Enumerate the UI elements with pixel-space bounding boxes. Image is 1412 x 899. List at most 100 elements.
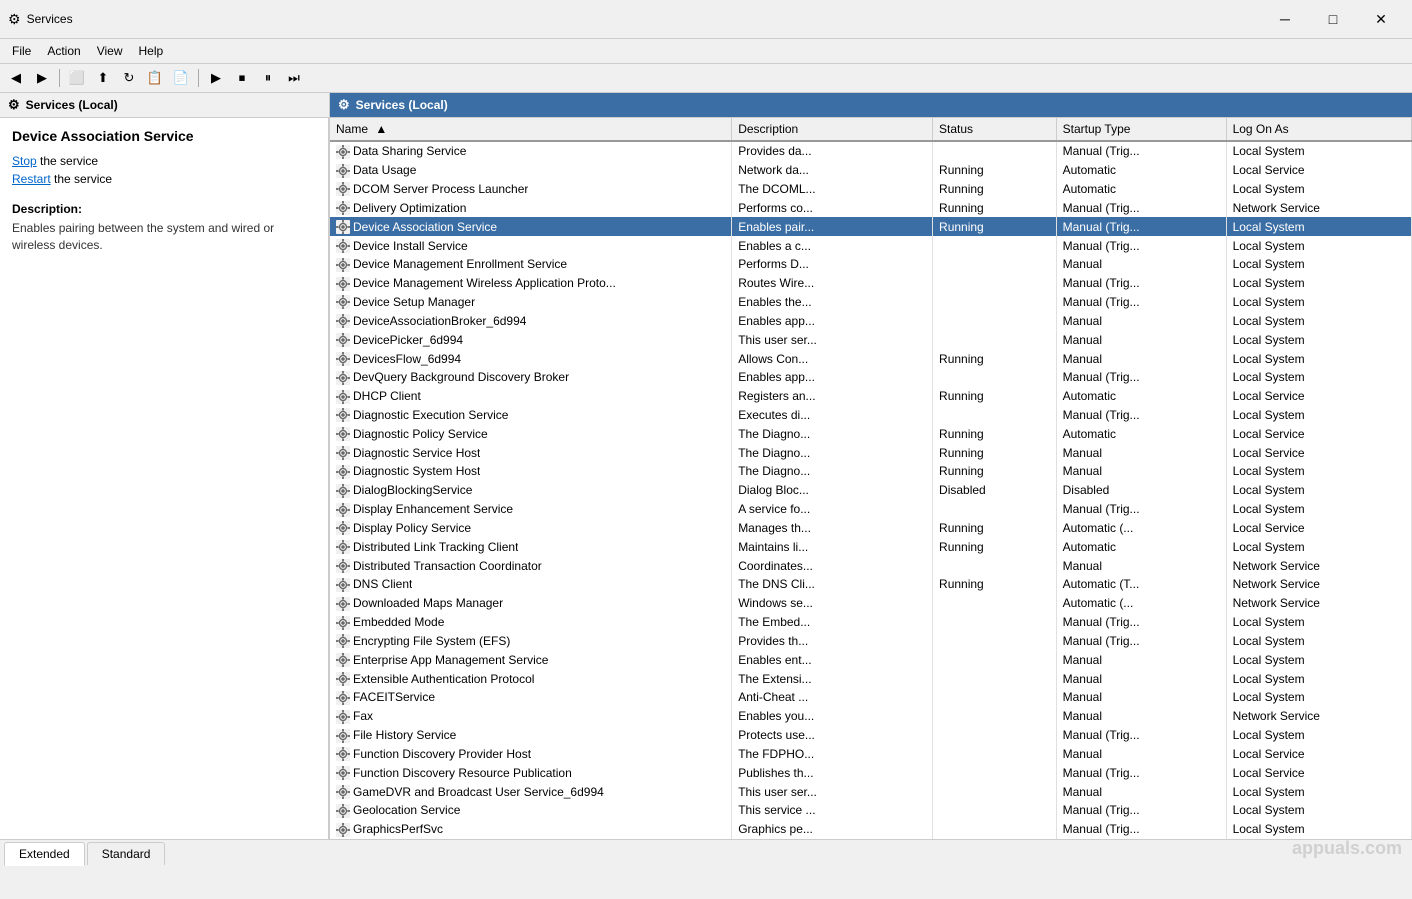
table-row[interactable]: DCOM Server Process LauncherThe DCOML...… [330, 180, 1412, 199]
table-row[interactable]: Device Management Enrollment ServicePerf… [330, 255, 1412, 274]
export-button[interactable]: 📋 [143, 67, 167, 89]
table-row[interactable]: DevicePicker_6d994This user ser...Manual… [330, 330, 1412, 349]
table-row[interactable]: Function Discovery Resource PublicationP… [330, 763, 1412, 782]
service-name-cell: DHCP Client [330, 387, 732, 406]
maximize-button[interactable]: □ [1310, 6, 1356, 32]
service-name-cell: Embedded Mode [330, 613, 732, 632]
table-row[interactable]: Diagnostic Execution ServiceExecutes di.… [330, 406, 1412, 425]
table-row[interactable]: Data UsageNetwork da...RunningAutomaticL… [330, 161, 1412, 180]
service-desc-cell: This service ... [732, 801, 933, 820]
table-container[interactable]: Name ▲ Description Status Startup Type L… [330, 118, 1412, 839]
table-row[interactable]: DNS ClientThe DNS Cli...RunningAutomatic… [330, 575, 1412, 594]
col-header-name[interactable]: Name ▲ [330, 118, 732, 141]
service-desc-cell: The Diagno... [732, 462, 933, 481]
table-row[interactable]: Device Install ServiceEnables a c...Manu… [330, 236, 1412, 255]
up-button[interactable]: ⬆ [91, 67, 115, 89]
close-button[interactable]: ✕ [1358, 6, 1404, 32]
table-row[interactable]: DHCP ClientRegisters an...RunningAutomat… [330, 387, 1412, 406]
forward-button[interactable]: ▶ [30, 67, 54, 89]
service-logon-cell: Local Service [1226, 519, 1411, 538]
table-row[interactable]: DevicesFlow_6d994Allows Con...RunningMan… [330, 349, 1412, 368]
tab-extended[interactable]: Extended [4, 842, 85, 866]
table-row[interactable]: Geolocation ServiceThis service ...Manua… [330, 801, 1412, 820]
service-icon [336, 445, 353, 460]
service-name-text: Embedded Mode [353, 615, 444, 629]
properties-button[interactable]: 📄 [169, 67, 193, 89]
service-name-cell: GraphicsPerfSvc [330, 820, 732, 839]
service-icon [336, 238, 353, 253]
table-row[interactable]: Data Sharing ServiceProvides da...Manual… [330, 141, 1412, 161]
pause-button[interactable]: ⏸ [256, 67, 280, 89]
service-desc-cell: Routes Wire... [732, 274, 933, 293]
col-header-desc[interactable]: Description [732, 118, 933, 141]
tab-standard[interactable]: Standard [87, 842, 166, 865]
col-header-startup[interactable]: Startup Type [1056, 118, 1226, 141]
table-row[interactable]: Enterprise App Management ServiceEnables… [330, 650, 1412, 669]
table-row[interactable]: Encrypting File System (EFS)Provides th.… [330, 632, 1412, 651]
service-logon-cell: Network Service [1226, 594, 1411, 613]
table-row[interactable]: Downloaded Maps ManagerWindows se...Auto… [330, 594, 1412, 613]
menu-view[interactable]: View [89, 41, 131, 61]
service-name-text: Device Association Service [353, 220, 497, 234]
table-row[interactable]: DialogBlockingServiceDialog Bloc...Disab… [330, 481, 1412, 500]
table-row[interactable]: Display Policy ServiceManages th...Runni… [330, 519, 1412, 538]
service-name-cell: DCOM Server Process Launcher [330, 180, 732, 199]
table-row[interactable]: Embedded ModeThe Embed...Manual (Trig...… [330, 613, 1412, 632]
table-row[interactable]: Distributed Link Tracking ClientMaintain… [330, 537, 1412, 556]
service-desc-cell: The DNS Cli... [732, 575, 933, 594]
back-button[interactable]: ◀ [4, 67, 28, 89]
service-status-cell: Running [933, 161, 1057, 180]
service-logon-cell: Local System [1226, 217, 1411, 236]
refresh-button[interactable]: ↻ [117, 67, 141, 89]
stop-button[interactable]: ⏹ [230, 67, 254, 89]
service-startup-cell: Manual [1056, 669, 1226, 688]
table-row[interactable]: Device Management Wireless Application P… [330, 274, 1412, 293]
service-startup-cell: Manual (Trig... [1056, 236, 1226, 255]
service-desc-cell: Protects use... [732, 726, 933, 745]
service-name-text: Function Discovery Resource Publication [353, 766, 572, 780]
show-hide-button[interactable]: ⬜ [65, 67, 89, 89]
restart-link[interactable]: Restart [12, 172, 51, 186]
service-name-cell: Diagnostic Execution Service [330, 406, 732, 425]
restart-button[interactable]: ⏭ [282, 67, 306, 89]
table-row[interactable]: Device Setup ManagerEnables the...Manual… [330, 293, 1412, 312]
col-header-logon[interactable]: Log On As [1226, 118, 1411, 141]
table-row[interactable]: Display Enhancement ServiceA service fo.… [330, 500, 1412, 519]
play-button[interactable]: ▶ [204, 67, 228, 89]
minimize-button[interactable]: ─ [1262, 6, 1308, 32]
menu-bar: File Action View Help [0, 39, 1412, 64]
table-row[interactable]: GameDVR and Broadcast User Service_6d994… [330, 782, 1412, 801]
service-status-cell [933, 650, 1057, 669]
table-row[interactable]: GraphicsPerfSvcGraphics pe...Manual (Tri… [330, 820, 1412, 839]
table-row[interactable]: Delivery OptimizationPerforms co...Runni… [330, 198, 1412, 217]
table-row[interactable]: Function Discovery Provider HostThe FDPH… [330, 745, 1412, 764]
table-row[interactable]: FaxEnables you...ManualNetwork Service [330, 707, 1412, 726]
col-header-status[interactable]: Status [933, 118, 1057, 141]
table-row[interactable]: Extensible Authentication ProtocolThe Ex… [330, 669, 1412, 688]
table-row[interactable]: Device Association ServiceEnables pair..… [330, 217, 1412, 236]
service-name-cell: Diagnostic System Host [330, 462, 732, 481]
stop-link[interactable]: Stop [12, 154, 37, 168]
service-status-cell [933, 311, 1057, 330]
table-row[interactable]: File History ServiceProtects use...Manua… [330, 726, 1412, 745]
service-desc-cell: The Embed... [732, 613, 933, 632]
table-row[interactable]: Diagnostic System HostThe Diagno...Runni… [330, 462, 1412, 481]
service-name-text: DCOM Server Process Launcher [353, 182, 528, 196]
menu-action[interactable]: Action [39, 41, 88, 61]
service-startup-cell: Disabled [1056, 481, 1226, 500]
menu-help[interactable]: Help [131, 41, 172, 61]
table-row[interactable]: Distributed Transaction CoordinatorCoord… [330, 556, 1412, 575]
stop-action: Stop the service [12, 154, 316, 168]
table-row[interactable]: Diagnostic Policy ServiceThe Diagno...Ru… [330, 424, 1412, 443]
table-row[interactable]: DevQuery Background Discovery BrokerEnab… [330, 368, 1412, 387]
service-name-cell: DNS Client [330, 575, 732, 594]
table-row[interactable]: Diagnostic Service HostThe Diagno...Runn… [330, 443, 1412, 462]
service-title: Device Association Service [12, 128, 316, 144]
menu-file[interactable]: File [4, 41, 39, 61]
table-row[interactable]: DeviceAssociationBroker_6d994Enables app… [330, 311, 1412, 330]
table-row[interactable]: FACEITServiceAnti-Cheat ...ManualLocal S… [330, 688, 1412, 707]
service-logon-cell: Local Service [1226, 424, 1411, 443]
service-startup-cell: Manual [1056, 688, 1226, 707]
service-icon [336, 634, 353, 649]
service-startup-cell: Manual (Trig... [1056, 293, 1226, 312]
